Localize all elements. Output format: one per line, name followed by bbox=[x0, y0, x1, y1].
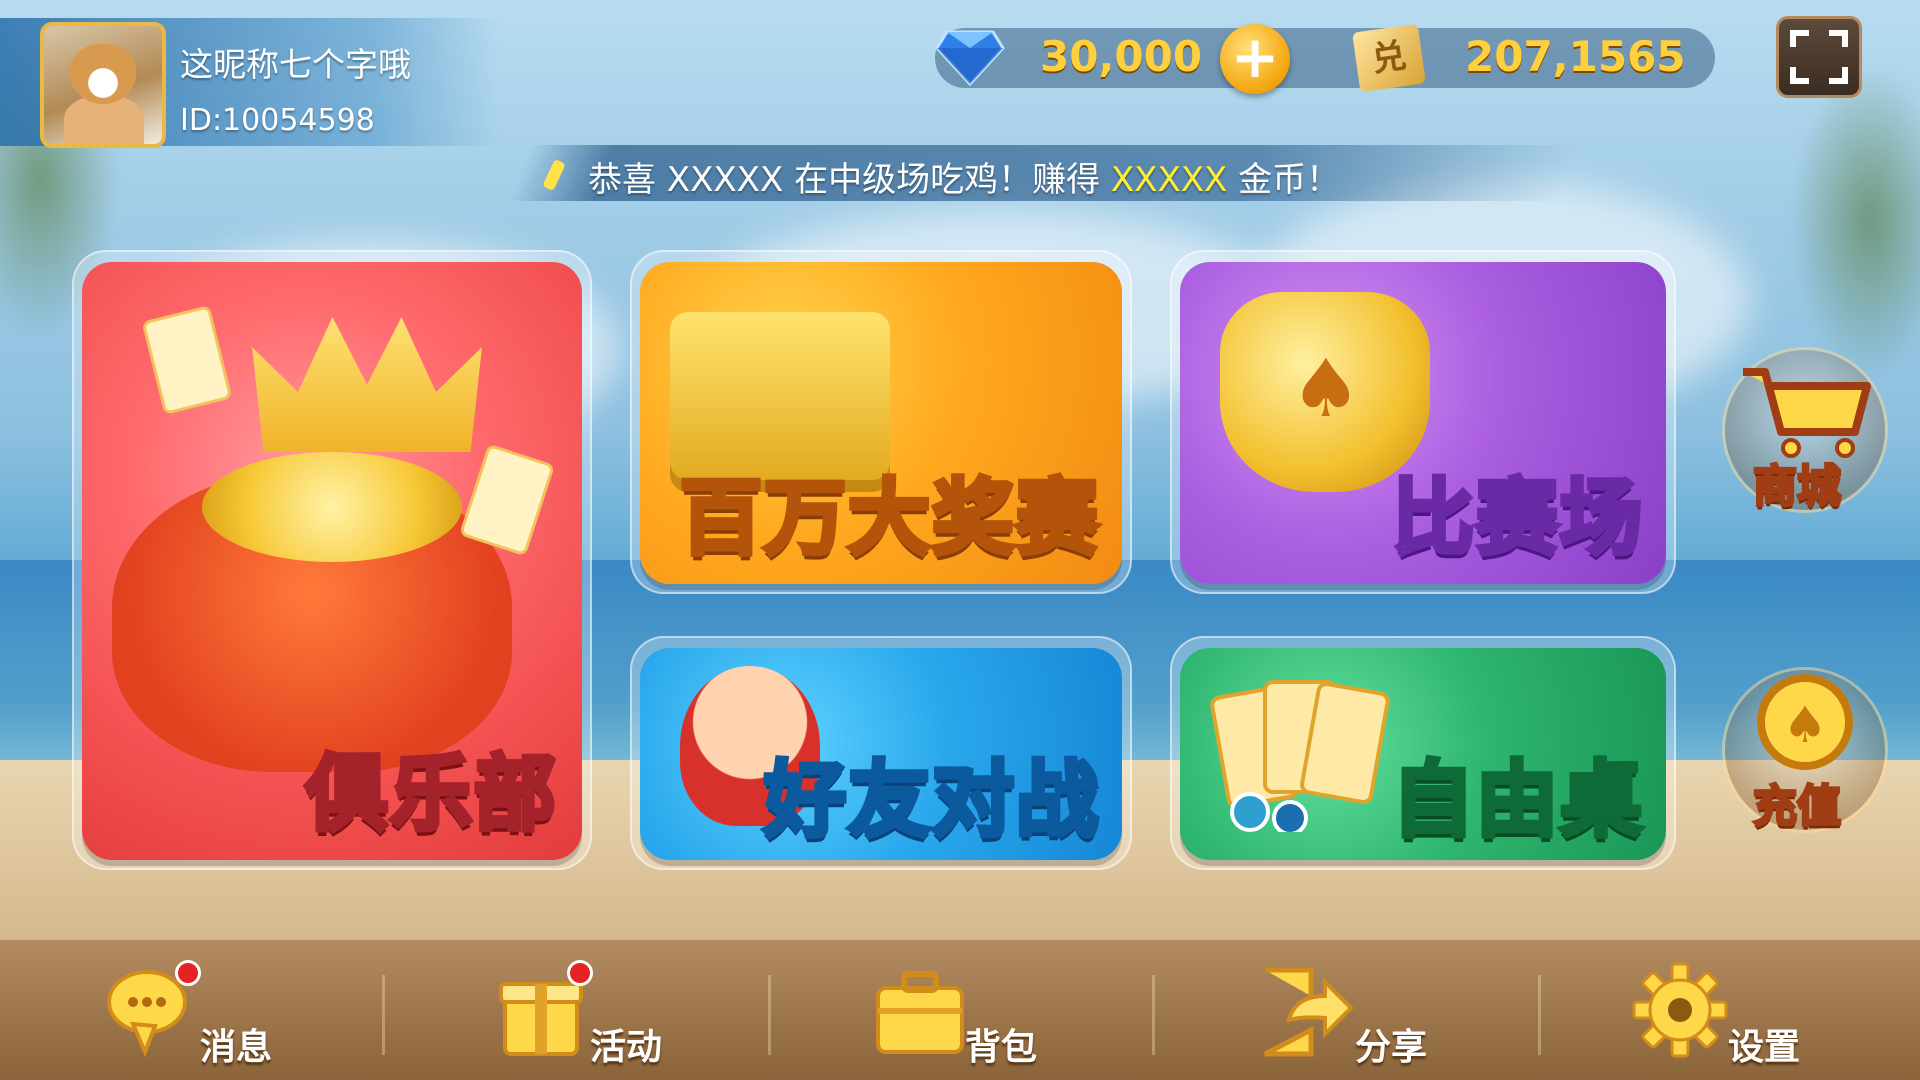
nav-divider bbox=[1538, 975, 1541, 1055]
nav-settings[interactable]: 设置 bbox=[1630, 960, 1880, 1070]
fullscreen-icon bbox=[1790, 30, 1848, 84]
arena-title: 比赛场 bbox=[1389, 469, 1644, 569]
shop-button[interactable]: 商城 bbox=[1725, 350, 1885, 514]
nav-messages[interactable]: 消息 bbox=[105, 960, 355, 1070]
crown-icon bbox=[252, 317, 482, 452]
nav-label: 设置 bbox=[1728, 1027, 1801, 1068]
broadcast-suffix: 金币！ bbox=[1227, 160, 1341, 200]
nav-activities[interactable]: 活动 bbox=[495, 960, 745, 1070]
million-title: 百万大奖赛 bbox=[677, 469, 1100, 569]
coin-count: 207,1565 bbox=[1465, 32, 1686, 81]
nav-label: 消息 bbox=[200, 1027, 273, 1068]
nav-label: 分享 bbox=[1355, 1027, 1428, 1068]
nav-backpack[interactable]: 背包 bbox=[870, 960, 1120, 1070]
club-title: 俱乐部 bbox=[303, 745, 558, 845]
briefcase-icon bbox=[876, 971, 964, 1054]
nickname: 这昵称七个字哦 bbox=[180, 45, 411, 84]
notification-badge bbox=[175, 960, 201, 986]
nav-divider bbox=[1152, 975, 1155, 1055]
nav-share[interactable]: 分享 bbox=[1255, 960, 1505, 1070]
free-table-tile[interactable]: 自由桌 bbox=[1180, 648, 1666, 860]
broadcast-highlight: XXXXX bbox=[1110, 160, 1228, 200]
dog-avatar-icon bbox=[70, 44, 136, 104]
playing-card-icon bbox=[141, 304, 233, 416]
friends-battle-tile[interactable]: 好友对战 bbox=[640, 648, 1122, 860]
share-icon bbox=[1263, 967, 1354, 1057]
playing-card-icon bbox=[458, 443, 556, 557]
broadcast-message: 恭喜 XXXXX 在中级场吃鸡！赚得 XXXXX 金币！ bbox=[588, 152, 1340, 201]
diamond-icon bbox=[935, 30, 1005, 87]
friends-title: 好友对战 bbox=[761, 751, 1100, 851]
broadcast-prefix: 恭喜 XXXXX 在中级场吃鸡！赚得 bbox=[588, 160, 1111, 200]
nav-divider bbox=[768, 975, 771, 1055]
recharge-button[interactable]: ♠ 充值 bbox=[1725, 670, 1885, 834]
nav-divider bbox=[382, 975, 385, 1055]
shop-label: 商城 bbox=[1752, 460, 1843, 514]
shopping-cart-icon bbox=[1743, 368, 1871, 458]
diamond-count: 30,000 bbox=[1040, 32, 1203, 81]
nav-label: 活动 bbox=[590, 1027, 663, 1068]
gold-coin-icon: ♠ bbox=[1757, 674, 1853, 770]
user-id: ID:10054598 bbox=[180, 103, 375, 138]
free-table-title: 自由桌 bbox=[1389, 751, 1644, 851]
arena-tile[interactable]: ♠ 比赛场 bbox=[1180, 262, 1666, 584]
exchange-ticket-icon: 兑 bbox=[1352, 23, 1426, 93]
notification-badge bbox=[567, 960, 593, 986]
gold-coins-icon bbox=[202, 452, 462, 562]
gear-icon bbox=[1632, 962, 1728, 1058]
nav-label: 背包 bbox=[965, 1027, 1038, 1068]
club-tile[interactable]: 俱乐部 bbox=[82, 262, 582, 860]
million-tournament-tile[interactable]: 百万大奖赛 bbox=[640, 262, 1122, 584]
fullscreen-button[interactable] bbox=[1776, 16, 1862, 98]
playing-cards-icon bbox=[1210, 680, 1390, 832]
add-diamonds-button[interactable]: + bbox=[1220, 24, 1290, 94]
recharge-label: 充值 bbox=[1752, 780, 1843, 834]
avatar[interactable] bbox=[40, 22, 166, 148]
svg-text:♠: ♠ bbox=[1783, 696, 1828, 754]
